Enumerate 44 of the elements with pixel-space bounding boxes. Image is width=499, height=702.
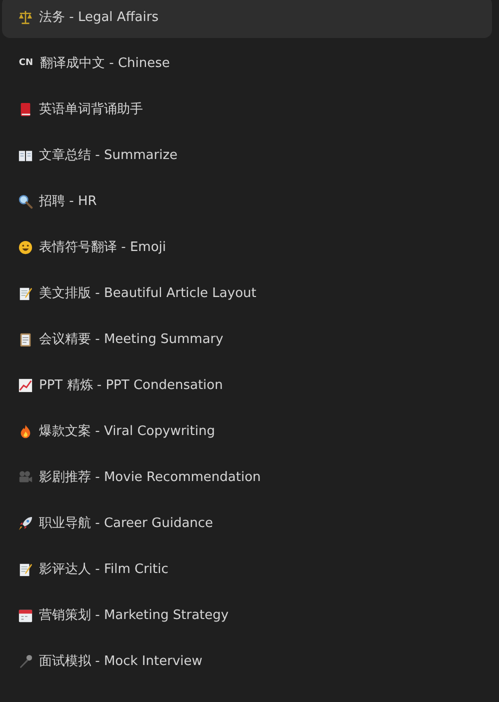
menu-item-label: 文章总结 - Summarize xyxy=(39,147,178,164)
microphone-icon xyxy=(18,654,33,668)
menu-item-label: 影评达人 - Film Critic xyxy=(39,561,168,578)
menu-item-label: 爆款文案 - Viral Copywriting xyxy=(39,423,215,440)
menu-item-label: 表情符号翻译 - Emoji xyxy=(39,239,166,256)
book-icon xyxy=(18,102,33,116)
menu-item-label: 营销策划 - Marketing Strategy xyxy=(39,607,229,624)
menu-item[interactable]: 爆款文案 - Viral Copywriting xyxy=(2,410,492,452)
menu-item-label: 英语单词背诵助手 xyxy=(39,101,143,118)
menu-item-label: 会议精要 - Meeting Summary xyxy=(39,331,224,348)
menu-item[interactable]: 法务 - Legal Affairs xyxy=(2,0,492,38)
menu-item[interactable]: 美文排版 - Beautiful Article Layout xyxy=(2,272,492,314)
menu-item[interactable]: 表情符号翻译 - Emoji xyxy=(2,226,492,268)
chart-icon xyxy=(18,378,33,392)
menu-item[interactable]: 影剧推荐 - Movie Recommendation xyxy=(2,456,492,498)
menu-item-label: 影剧推荐 - Movie Recommendation xyxy=(39,469,261,486)
menu-item[interactable]: PPT 精炼 - PPT Condensation xyxy=(2,364,492,406)
memo-icon xyxy=(18,562,33,576)
fire-icon xyxy=(18,424,33,438)
menu-item[interactable]: 影评达人 - Film Critic xyxy=(2,548,492,590)
flag-code: CN xyxy=(18,58,34,68)
menu-item-label: 法务 - Legal Affairs xyxy=(39,9,158,26)
menu-item-label: 翻译成中文 - Chinese xyxy=(40,55,170,72)
memo-icon xyxy=(18,286,33,300)
smiley-icon xyxy=(18,240,33,254)
menu-item[interactable]: 招聘 - HR xyxy=(2,180,492,222)
menu-item[interactable]: CN 翻译成中文 - Chinese xyxy=(2,42,492,84)
menu-item-label: 招聘 - HR xyxy=(39,193,97,210)
menu-item-label: PPT 精炼 - PPT Condensation xyxy=(39,377,223,394)
movie-camera-icon xyxy=(18,470,33,484)
menu-item[interactable]: 文章总结 - Summarize xyxy=(2,134,492,176)
menu-item[interactable]: 职业导航 - Career Guidance xyxy=(2,502,492,544)
menu-item-label: 面试模拟 - Mock Interview xyxy=(39,653,202,670)
scales-icon xyxy=(18,10,33,24)
menu-item-label: 美文排版 - Beautiful Article Layout xyxy=(39,285,256,302)
menu-item[interactable]: 英语单词背诵助手 xyxy=(2,88,492,130)
menu-item-label: 职业导航 - Career Guidance xyxy=(39,515,214,532)
rocket-icon xyxy=(18,516,33,530)
menu-item[interactable]: 营销策划 - Marketing Strategy xyxy=(2,594,492,636)
menu-item[interactable]: 会议精要 - Meeting Summary xyxy=(2,318,492,360)
calendar-icon xyxy=(18,608,33,622)
clipboard-icon xyxy=(18,332,33,346)
menu-item[interactable]: 面试模拟 - Mock Interview xyxy=(2,640,492,682)
search-icon xyxy=(18,194,33,208)
